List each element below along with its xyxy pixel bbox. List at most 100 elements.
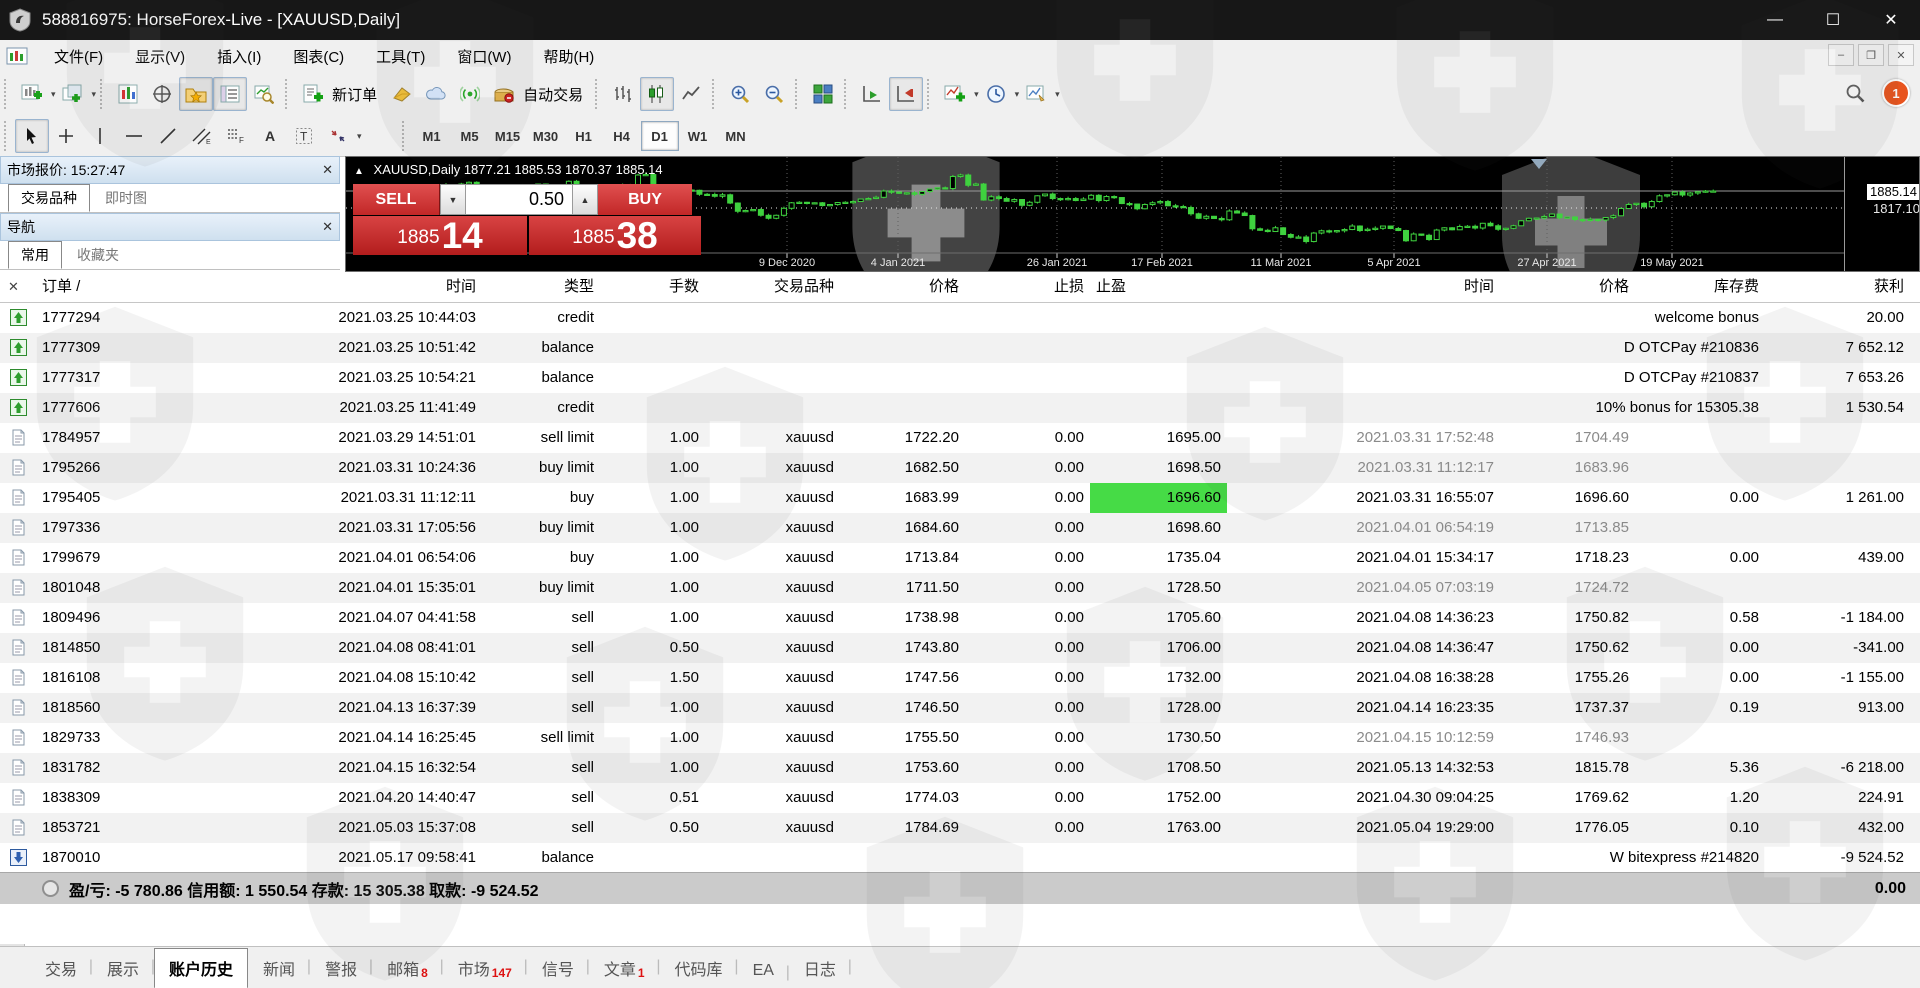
volume-decrease-button[interactable]: ▼: [440, 184, 466, 215]
chart-shift-button[interactable]: [889, 77, 923, 111]
chart-shift-marker-icon[interactable]: [1531, 159, 1547, 169]
table-row[interactable]: 17954052021.03.31 11:12:11buy1.00xauusd1…: [0, 483, 1920, 513]
timeframe-button-d1[interactable]: D1: [641, 121, 679, 151]
menu-item-7[interactable]: 帮助(H): [527, 42, 610, 71]
timeframe-button-mn[interactable]: MN: [717, 121, 755, 151]
timeframe-button-m5[interactable]: M5: [451, 121, 489, 151]
toolbar-grip[interactable]: [844, 79, 851, 109]
terminal-tab-11[interactable]: EA|: [738, 954, 789, 988]
maximize-button[interactable]: ☐: [1804, 0, 1862, 40]
signals-button[interactable]: [453, 77, 487, 111]
bid-price-display[interactable]: 1885 14: [353, 216, 527, 255]
menu-item-3[interactable]: 插入(I): [201, 42, 277, 71]
periods-button[interactable]: [979, 77, 1013, 111]
table-row[interactable]: 18185602021.04.13 16:37:39sell1.00xauusd…: [0, 693, 1920, 723]
terminal-tab-7[interactable]: 市场147|: [443, 948, 527, 988]
timeframe-button-m1[interactable]: M1: [413, 121, 451, 151]
terminal-tab-10[interactable]: 代码库|: [660, 948, 738, 988]
terminal-tab-9[interactable]: 文章1|: [589, 948, 660, 988]
toolbar-grip[interactable]: [712, 79, 719, 109]
new-chart-dropdown-icon[interactable]: ▾: [51, 89, 56, 100]
table-row[interactable]: 17996792021.04.01 06:54:06buy1.00xauusd1…: [0, 543, 1920, 573]
table-row[interactable]: 18537212021.05.03 15:37:08sell0.50xauusd…: [0, 813, 1920, 843]
minimize-button[interactable]: —: [1746, 0, 1804, 40]
tile-windows-button[interactable]: [806, 77, 840, 111]
community-cloud-button[interactable]: [419, 77, 453, 111]
history-column-header[interactable]: 订单 /: [36, 272, 186, 302]
cursor-tool-button[interactable]: [15, 119, 49, 153]
indicators-dropdown-icon[interactable]: ▾: [974, 89, 979, 100]
toolbar-grip[interactable]: [402, 121, 409, 151]
candlestick-mode-button[interactable]: [640, 77, 674, 111]
volume-input[interactable]: 0.50: [466, 184, 572, 215]
menu-item-2[interactable]: 显示(V): [119, 42, 201, 71]
bar-chart-mode-button[interactable]: [606, 77, 640, 111]
table-row[interactable]: 18094962021.04.07 04:41:58sell1.00xauusd…: [0, 603, 1920, 633]
chart-window[interactable]: 9 Dec 20204 Jan 202126 Jan 202117 Feb 20…: [345, 156, 1920, 272]
table-row[interactable]: 18317822021.04.15 16:32:54sell1.00xauusd…: [0, 753, 1920, 783]
table-row[interactable]: 17952662021.03.31 10:24:36buy limit1.00x…: [0, 453, 1920, 483]
market-watch-tab[interactable]: 交易品种: [8, 184, 90, 212]
terminal-tab-8[interactable]: 信号|: [527, 948, 589, 988]
arrows-tool-button[interactable]: [321, 119, 355, 153]
trendline-tool-button[interactable]: [151, 119, 185, 153]
history-column-header[interactable]: 交易品种: [705, 272, 840, 302]
table-row[interactable]: 18148502021.04.08 08:41:01sell0.50xauusd…: [0, 633, 1920, 663]
navigator-tab[interactable]: 常用: [8, 241, 62, 269]
table-row[interactable]: 17776062021.03.25 11:41:49credit10% bonu…: [0, 393, 1920, 423]
volume-increase-button[interactable]: ▲: [572, 184, 598, 215]
table-row[interactable]: 17773172021.03.25 10:54:21balanceD OTCPa…: [0, 363, 1920, 393]
terminal-toggle-button[interactable]: [213, 77, 247, 111]
auto-scroll-button[interactable]: [855, 77, 889, 111]
templates-button[interactable]: [1019, 77, 1053, 111]
table-row[interactable]: 17849572021.03.29 14:51:01sell limit1.00…: [0, 423, 1920, 453]
history-column-header[interactable]: 止损: [965, 272, 1090, 302]
toolbar-grip[interactable]: [795, 79, 802, 109]
market-watch-tab[interactable]: 即时图: [92, 184, 160, 212]
history-column-header[interactable]: 价格: [1500, 272, 1635, 302]
table-row[interactable]: 18161082021.04.08 15:10:42sell1.50xauusd…: [0, 663, 1920, 693]
table-row[interactable]: 17773092021.03.25 10:51:42balanceD OTCPa…: [0, 333, 1920, 363]
toolbar-grip[interactable]: [285, 79, 292, 109]
navigator-tab[interactable]: 收藏夹: [64, 241, 132, 269]
navigator-toggle-button[interactable]: [179, 77, 213, 111]
zoom-out-button[interactable]: [757, 77, 791, 111]
profiles-button[interactable]: [56, 77, 90, 111]
table-row[interactable]: 18010482021.04.01 15:35:01buy limit1.00x…: [0, 573, 1920, 603]
search-icon[interactable]: [1838, 76, 1872, 110]
sell-button[interactable]: SELL: [353, 184, 440, 215]
history-column-header[interactable]: 价格: [840, 272, 965, 302]
timeframe-button-h1[interactable]: H1: [565, 121, 603, 151]
history-column-header[interactable]: 时间: [186, 272, 482, 302]
history-column-header[interactable]: 获利: [1765, 272, 1910, 302]
market-watch-close-icon[interactable]: ✕: [322, 162, 333, 178]
terminal-tab-4[interactable]: 新闻|: [248, 948, 310, 988]
history-column-header[interactable]: 类型: [482, 272, 600, 302]
menu-item-6[interactable]: 窗口(W): [441, 42, 527, 71]
table-row[interactable]: 18297332021.04.14 16:25:45sell limit1.00…: [0, 723, 1920, 753]
profiles-dropdown-icon[interactable]: ▾: [92, 89, 97, 100]
crosshair-tool-button[interactable]: [49, 119, 83, 153]
notification-badge[interactable]: 1: [1882, 79, 1910, 107]
timeframe-button-w1[interactable]: W1: [679, 121, 717, 151]
menu-item-5[interactable]: 工具(T): [360, 42, 441, 71]
history-column-header[interactable]: 手数: [600, 272, 705, 302]
terminal-tab-3[interactable]: 账户历史: [154, 948, 248, 988]
mdi-close-button[interactable]: ✕: [1888, 44, 1914, 66]
market-watch-toggle-button[interactable]: [111, 77, 145, 111]
toolbar-grip[interactable]: [4, 79, 11, 109]
vertical-line-tool-button[interactable]: [83, 119, 117, 153]
terminal-tab-5[interactable]: 警报|: [310, 948, 372, 988]
new-order-button[interactable]: 新订单: [332, 84, 377, 105]
ask-price-display[interactable]: 1885 38: [529, 216, 701, 255]
indicators-button[interactable]: [938, 77, 972, 111]
history-column-header[interactable]: 时间: [1227, 272, 1500, 302]
line-chart-mode-button[interactable]: [674, 77, 708, 111]
strategy-tester-button[interactable]: [247, 77, 281, 111]
new-order-icon[interactable]: [296, 77, 330, 111]
toolbar-grip[interactable]: [4, 121, 11, 151]
text-tool-button[interactable]: A: [253, 119, 287, 153]
table-row[interactable]: 17973362021.03.31 17:05:56buy limit1.00x…: [0, 513, 1920, 543]
terminal-tab-6[interactable]: 邮箱8|: [372, 948, 443, 988]
toolbar-grip[interactable]: [927, 79, 934, 109]
